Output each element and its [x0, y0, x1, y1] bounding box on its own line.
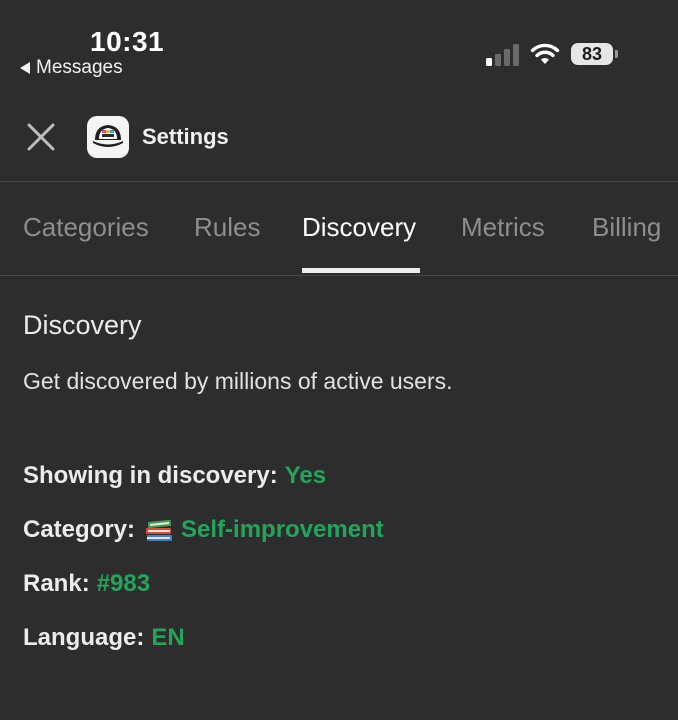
tab-bar: Categories Rules Discovery Metrics Billi… — [0, 182, 678, 275]
language-row: Language: EN — [23, 624, 185, 652]
language-label: Language: — [23, 624, 145, 651]
rank-value: #983 — [96, 570, 151, 597]
rank-label: Rank: — [23, 570, 90, 597]
status-time: 10:31 — [90, 26, 165, 57]
category-label: Category: — [23, 516, 136, 543]
tab-rules[interactable]: Rules — [194, 212, 260, 243]
battery-level: 83 — [571, 43, 613, 65]
back-triangle-icon — [20, 62, 30, 74]
rank-row: Rank: #983 — [23, 570, 150, 598]
tabs-divider — [0, 275, 678, 276]
status-bar: 10:31 Messages 83 — [0, 0, 678, 90]
showing-in-discovery-row: Showing in discovery: Yes — [23, 462, 326, 490]
tab-discovery[interactable]: Discovery — [302, 212, 416, 243]
category-value: Self-improvement — [181, 516, 384, 543]
showing-label: Showing in discovery: — [23, 462, 278, 489]
showing-value: Yes — [284, 462, 327, 489]
trucker-hat-logo-icon — [93, 125, 123, 147]
books-icon — [146, 519, 173, 541]
active-tab-indicator — [302, 268, 420, 273]
app-header: Settings — [0, 96, 678, 180]
tab-metrics[interactable]: Metrics — [461, 212, 545, 243]
section-title: Discovery — [23, 310, 142, 340]
close-icon[interactable] — [24, 120, 58, 154]
app-logo — [87, 116, 129, 158]
category-row: Category: Self-improvement — [23, 516, 384, 544]
battery-indicator: 83 — [571, 43, 618, 65]
section-description: Get discovered by millions of active use… — [23, 368, 453, 394]
header-title: Settings — [142, 124, 229, 149]
wifi-icon — [530, 43, 560, 64]
back-label: Messages — [36, 57, 123, 78]
language-value: EN — [151, 624, 185, 651]
tab-billing[interactable]: Billing — [592, 212, 661, 243]
cellular-signal-icon — [486, 44, 519, 66]
battery-cap — [615, 50, 618, 58]
tab-categories[interactable]: Categories — [23, 212, 149, 243]
back-to-messages-link[interactable]: Messages — [20, 57, 123, 79]
